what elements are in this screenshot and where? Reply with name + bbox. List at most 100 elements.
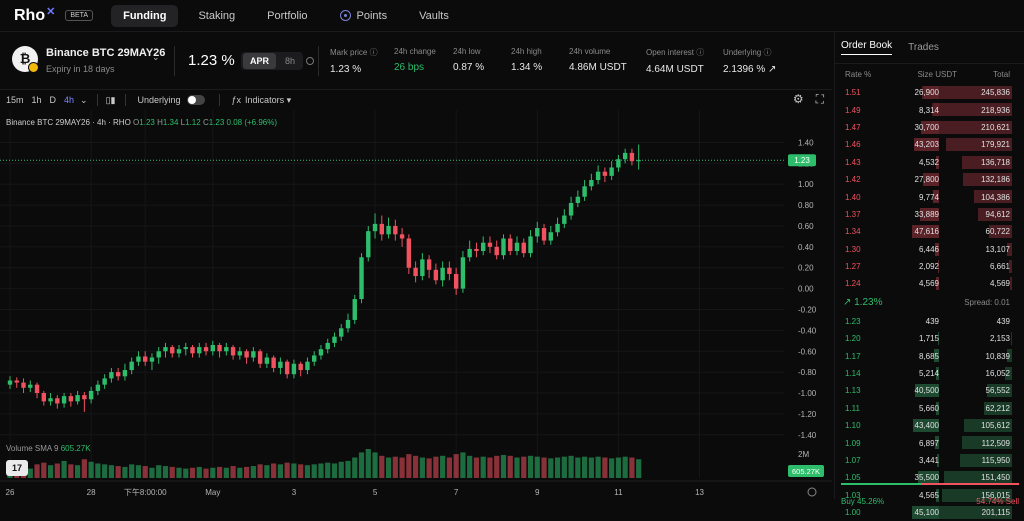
volume-bar [602, 457, 608, 478]
mid-rate: ↗ 1.23% [843, 297, 883, 309]
ask-row[interactable]: 1.46 43,203 179,921 [835, 136, 1024, 153]
ask-rate: 1.40 [845, 192, 861, 202]
tradingview-logo[interactable]: 17 [6, 460, 28, 476]
interval-4h[interactable]: 4h [64, 95, 74, 105]
volume-bar [419, 457, 425, 478]
bid-total: 16,052 [985, 369, 1010, 379]
ask-row[interactable]: 1.47 30,700 210,621 [835, 119, 1024, 136]
ask-row[interactable]: 1.24 4,569 4,569 [835, 275, 1024, 292]
ask-row[interactable]: 1.49 8,314 218,936 [835, 101, 1024, 118]
nav-portfolio[interactable]: Portfolio [267, 10, 307, 22]
bid-size: 5,660 [918, 403, 939, 413]
rho-logo[interactable]: Rho ✕ [14, 6, 55, 25]
interval-15m[interactable]: 15m [6, 95, 24, 105]
rate-period-toggle[interactable]: APR 8h [241, 52, 303, 70]
volume-bar [257, 464, 263, 478]
fullscreen-icon[interactable]: ⛶ [816, 92, 824, 107]
candle-body [257, 351, 263, 364]
apr-option[interactable]: APR [243, 53, 277, 69]
candle-body [460, 257, 466, 289]
candle-body [474, 248, 479, 252]
bid-row[interactable]: 1.00 45,100 201,115 [835, 504, 1024, 521]
indicators-button[interactable]: Indicators ▾ [245, 95, 291, 106]
info-icon[interactable] [306, 57, 314, 65]
y-tick-label: -0.20 [798, 305, 817, 314]
ask-row[interactable]: 1.40 9,774 104,386 [835, 188, 1024, 205]
candle-body [21, 382, 26, 388]
ask-size: 4,532 [918, 157, 939, 167]
bid-total: 151,450 [981, 473, 1010, 483]
volume-bar [271, 463, 277, 478]
nav-points-label: Points [356, 9, 388, 22]
nav-vaults[interactable]: Vaults [419, 10, 449, 22]
ask-row[interactable]: 1.51 26,900 245,836 [835, 84, 1024, 101]
x-tick-label: 5 [373, 488, 378, 497]
volume-bar [568, 455, 574, 478]
volume-bar [284, 462, 290, 478]
ask-row[interactable]: 1.37 33,889 94,612 [835, 206, 1024, 223]
ask-size: 26,900 [914, 88, 939, 98]
candlestick-chart[interactable]: 1.401.201.000.800.600.400.200.00-0.20-0.… [0, 110, 832, 499]
tab-order-book[interactable]: Order Book [841, 40, 893, 55]
price-chart[interactable]: 1.401.201.000.800.600.400.200.00-0.20-0.… [0, 110, 832, 499]
interval-d[interactable]: D [50, 95, 57, 105]
interval-dropdown-icon[interactable]: ⌄ [80, 95, 88, 106]
candle-type-icon[interactable]: ▯▮ [106, 95, 116, 106]
candle-body [14, 380, 19, 383]
candle-body [156, 351, 161, 358]
volume-bar [223, 467, 229, 478]
candle-body [170, 347, 175, 354]
nav-funding[interactable]: Funding [111, 4, 179, 27]
nav-staking[interactable]: Staking [198, 10, 235, 22]
volume-bar [304, 465, 311, 478]
bid-size: 8,685 [918, 351, 939, 361]
volume-bar [548, 458, 554, 478]
tab-trades[interactable]: Trades [908, 42, 939, 53]
ask-rate: 1.34 [845, 227, 861, 237]
bid-total: 2,153 [989, 334, 1010, 344]
candle-body [224, 347, 229, 352]
candle-body [548, 232, 553, 241]
stat-underlying[interactable]: Underlying ⓘ 2.1396 % ↗ [723, 47, 776, 75]
ask-row[interactable]: 1.43 4,532 136,718 [835, 154, 1024, 171]
candle-body [237, 351, 243, 356]
market-name[interactable]: Binance BTC 29MAY26 [46, 47, 165, 59]
candle-body [447, 267, 452, 274]
indicators-icon[interactable]: ƒx [232, 95, 242, 105]
nav-points[interactable]: Points [339, 9, 388, 22]
bid-row[interactable]: 1.13 40,500 56,552 [835, 382, 1024, 399]
axis-settings-icon [807, 487, 817, 497]
volume-bar [176, 467, 182, 478]
volume-bar [433, 456, 439, 478]
ask-row[interactable]: 1.42 27,800 132,186 [835, 171, 1024, 188]
volume-bar [379, 455, 385, 478]
candle-body [210, 344, 215, 352]
bid-row[interactable]: 1.20 1,715 2,153 [835, 330, 1024, 347]
candle-body [399, 234, 405, 239]
ask-row[interactable]: 1.30 6,446 13,107 [835, 241, 1024, 258]
volume-bar [27, 468, 33, 478]
bid-row[interactable]: 1.23 439 439 [835, 313, 1024, 330]
bid-row[interactable]: 1.10 43,400 105,612 [835, 417, 1024, 434]
volume-bar [453, 454, 459, 478]
ask-row[interactable]: 1.27 2,092 6,661 [835, 258, 1024, 275]
candle-body [34, 384, 40, 394]
volume-bar [68, 464, 74, 478]
market-selector-chevron-icon[interactable]: ⌄ [152, 52, 160, 63]
candle-body [339, 328, 344, 337]
candle-body [582, 186, 587, 197]
bid-row[interactable]: 1.11 5,660 62,212 [835, 400, 1024, 417]
settings-gear-icon[interactable]: ⚙ [793, 92, 804, 107]
bid-row[interactable]: 1.17 8,685 10,839 [835, 347, 1024, 364]
bid-row[interactable]: 1.07 3,441 115,950 [835, 452, 1024, 469]
bid-rate: 1.00 [845, 508, 861, 518]
volume-bar [575, 457, 581, 478]
candle-body [55, 398, 60, 404]
bid-row[interactable]: 1.14 5,214 16,052 [835, 365, 1024, 382]
interval-1h[interactable]: 1h [32, 95, 42, 105]
candle-body [589, 180, 594, 187]
underlying-toggle[interactable] [186, 95, 205, 105]
bid-row[interactable]: 1.09 6,897 112,509 [835, 434, 1024, 451]
8h-option[interactable]: 8h [285, 56, 295, 66]
ask-row[interactable]: 1.34 47,616 60,722 [835, 223, 1024, 240]
